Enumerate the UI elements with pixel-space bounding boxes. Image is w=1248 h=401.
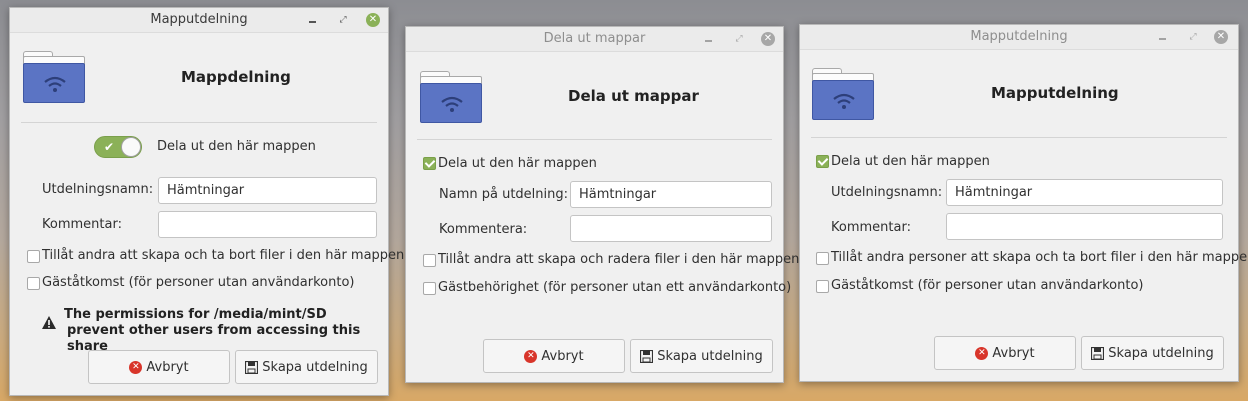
save-icon bbox=[245, 360, 259, 374]
share-label: Dela ut den här mappen bbox=[438, 156, 597, 171]
create-share-label: Skapa utdelning bbox=[1108, 345, 1214, 361]
share-dialog-window-3: Mapputdelning ⤢ ✕ Mapputdelning Dela ut … bbox=[799, 24, 1248, 382]
allow-edit-label: Tillåt andra att skapa och radera filer … bbox=[438, 252, 800, 267]
comment-label: Kommentar: bbox=[831, 220, 911, 235]
create-share-label: Skapa utdelning bbox=[262, 359, 368, 375]
create-share-button[interactable]: Skapa utdelning bbox=[630, 339, 773, 373]
close-icon[interactable]: ✕ bbox=[761, 32, 775, 46]
minimize-icon[interactable] bbox=[702, 32, 716, 46]
create-share-label: Skapa utdelning bbox=[657, 348, 763, 364]
titlebar[interactable]: Dela ut mappar ⤢ ✕ bbox=[406, 27, 783, 52]
share-name-field[interactable] bbox=[946, 179, 1223, 206]
allow-edit-label: Tillåt andra att skapa och ta bort filer… bbox=[42, 248, 405, 263]
cancel-button[interactable]: ✕ Avbryt bbox=[934, 336, 1076, 370]
save-icon bbox=[1091, 346, 1105, 360]
share-dialog-window-1: Mapputdelning ⤢ ✕ Mappdelning ✔ Dela ut … bbox=[9, 7, 404, 396]
cancel-icon: ✕ bbox=[129, 360, 143, 374]
allow-edit-label: Tillåt andra personer att skapa och ta b… bbox=[831, 250, 1248, 265]
folder-network-icon bbox=[420, 71, 482, 123]
comment-label: Kommentera: bbox=[439, 222, 528, 237]
guest-access-checkbox[interactable] bbox=[423, 282, 436, 295]
maximize-icon[interactable]: ⤢ bbox=[1186, 30, 1200, 44]
share-name-label: Namn på utdelning: bbox=[439, 187, 568, 202]
guest-access-label: Gäståtkomst (för personer utan användark… bbox=[42, 275, 355, 290]
folder-network-icon bbox=[23, 51, 85, 103]
allow-edit-checkbox[interactable] bbox=[816, 252, 829, 265]
share-checkbox[interactable] bbox=[423, 157, 436, 170]
cancel-button[interactable]: ✕ Avbryt bbox=[483, 339, 625, 373]
share-label: Dela ut den här mappen bbox=[157, 139, 316, 154]
comment-field[interactable] bbox=[570, 215, 772, 242]
comment-field[interactable] bbox=[946, 213, 1223, 240]
window-title: Dela ut mappar bbox=[543, 31, 646, 46]
maximize-icon[interactable]: ⤢ bbox=[732, 32, 746, 46]
titlebar[interactable]: Mapputdelning ⤢ ✕ bbox=[10, 8, 388, 33]
titlebar[interactable]: Mapputdelning ⤢ ✕ bbox=[800, 25, 1238, 50]
cancel-icon: ✕ bbox=[975, 346, 989, 360]
dialog-heading: Mapputdelning bbox=[991, 84, 1119, 102]
guest-access-checkbox[interactable] bbox=[816, 280, 829, 293]
share-name-field[interactable] bbox=[158, 177, 377, 204]
guest-access-checkbox[interactable] bbox=[27, 277, 40, 290]
close-icon[interactable]: ✕ bbox=[1214, 30, 1228, 44]
allow-edit-checkbox[interactable] bbox=[27, 250, 40, 263]
share-label: Dela ut den här mappen bbox=[831, 154, 990, 169]
minimize-icon[interactable] bbox=[306, 13, 320, 27]
cancel-label: Avbryt bbox=[992, 345, 1035, 361]
separator bbox=[417, 139, 772, 140]
create-share-button[interactable]: Skapa utdelning bbox=[1081, 336, 1224, 370]
allow-edit-checkbox[interactable] bbox=[423, 254, 436, 267]
guest-access-label: Gäståtkomst (för personer utan användark… bbox=[831, 278, 1144, 293]
dialog-heading: Mappdelning bbox=[181, 68, 291, 86]
folder-network-icon bbox=[812, 68, 874, 120]
share-dialog-window-2: Dela ut mappar ⤢ ✕ Dela ut mappar Dela u… bbox=[405, 26, 799, 383]
guest-access-label: Gästbehörighet (för personer utan ett an… bbox=[438, 280, 792, 295]
create-share-button[interactable]: Skapa utdelning bbox=[235, 350, 378, 384]
share-name-label: Utdelningsnamn: bbox=[42, 182, 154, 197]
share-name-field[interactable] bbox=[570, 181, 772, 208]
share-name-label: Utdelningsnamn: bbox=[831, 185, 943, 200]
separator bbox=[21, 122, 377, 123]
comment-field[interactable] bbox=[158, 211, 377, 238]
window-title: Mapputdelning bbox=[150, 12, 248, 27]
save-icon bbox=[640, 349, 654, 363]
warning-line-1: The permissions for /media/mint/SD bbox=[64, 307, 327, 322]
close-icon[interactable]: ✕ bbox=[366, 13, 380, 27]
cancel-button[interactable]: ✕ Avbryt bbox=[88, 350, 230, 384]
share-toggle[interactable]: ✔ bbox=[94, 136, 142, 158]
permissions-warning: The permissions for /media/mint/SD preve… bbox=[64, 307, 388, 355]
cancel-label: Avbryt bbox=[541, 348, 584, 364]
cancel-icon: ✕ bbox=[524, 349, 538, 363]
maximize-icon[interactable]: ⤢ bbox=[336, 13, 350, 27]
separator bbox=[811, 137, 1227, 138]
window-title: Mapputdelning bbox=[970, 29, 1068, 44]
minimize-icon[interactable] bbox=[1156, 30, 1170, 44]
warning-icon bbox=[42, 316, 56, 329]
dialog-heading: Dela ut mappar bbox=[568, 87, 699, 105]
cancel-label: Avbryt bbox=[146, 359, 189, 375]
share-checkbox[interactable] bbox=[816, 155, 829, 168]
comment-label: Kommentar: bbox=[42, 217, 122, 232]
